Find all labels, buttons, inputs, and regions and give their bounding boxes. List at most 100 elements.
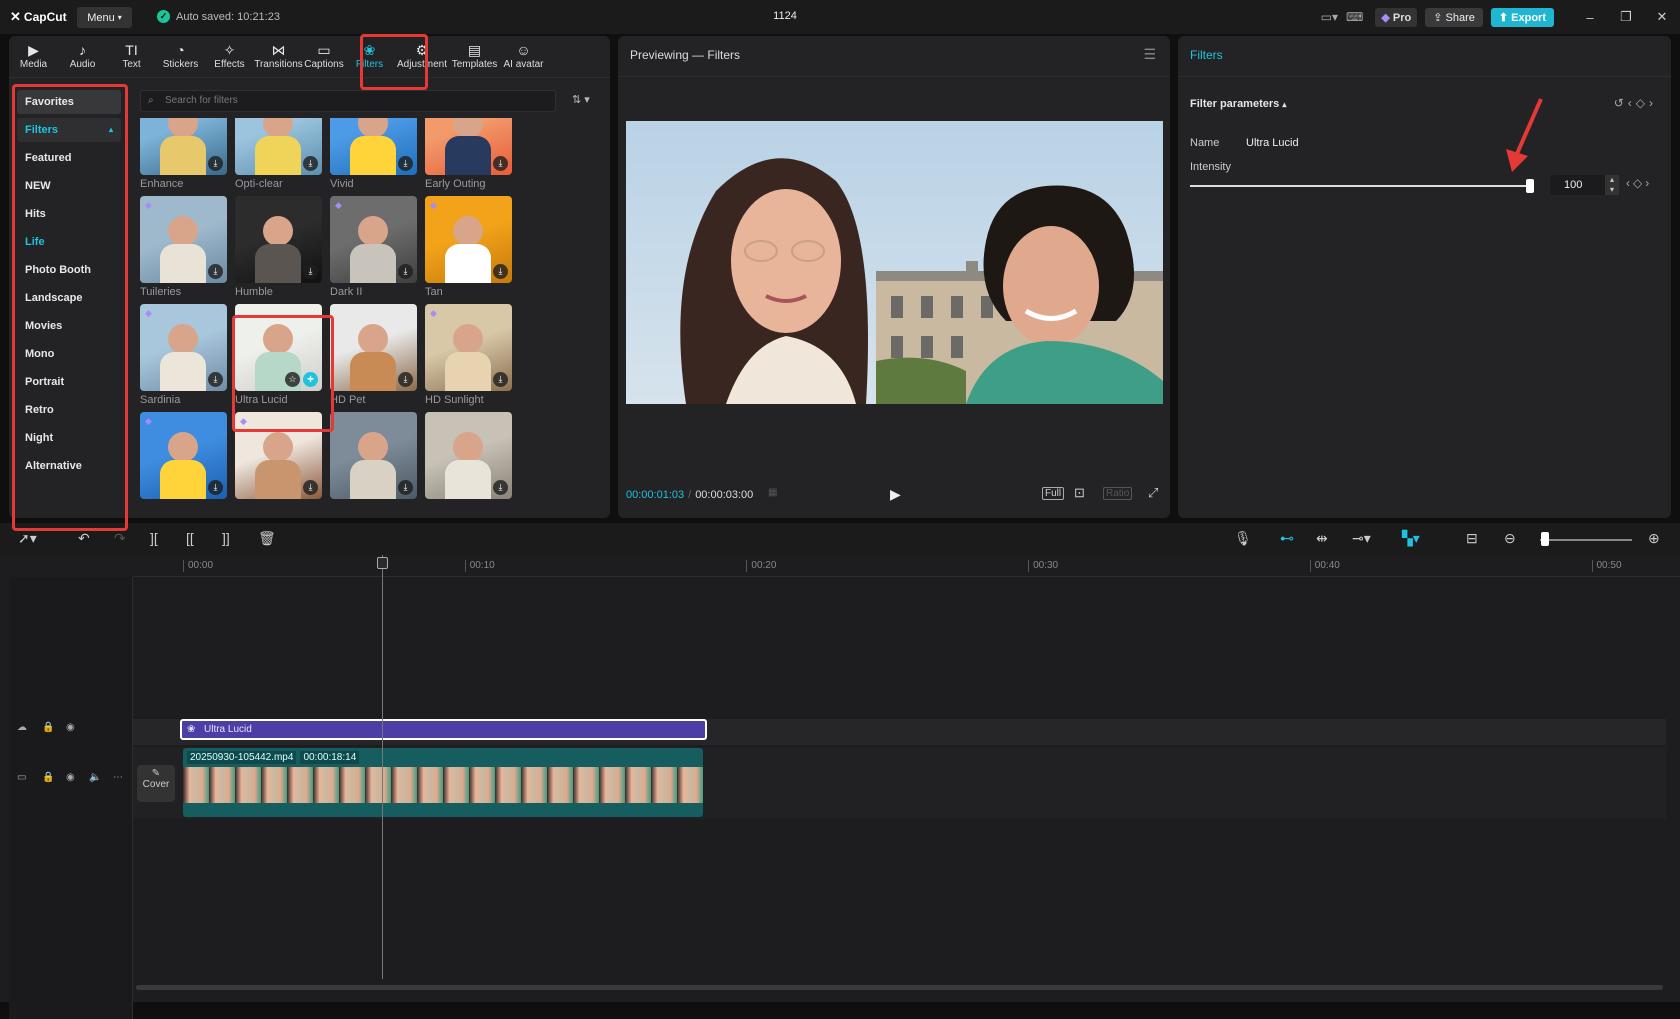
filter-card[interactable]: ⤓ Humble — [235, 196, 322, 298]
download-icon[interactable]: ⤓ — [303, 480, 318, 495]
category-hits[interactable]: Hits — [17, 202, 121, 226]
zoom-in-icon[interactable]: ⊕ — [1648, 530, 1660, 547]
redo-icon[interactable]: ↷ — [114, 530, 126, 547]
filter-card[interactable]: ⤓ — [425, 412, 512, 502]
grid-view-icon[interactable]: ▦ — [768, 487, 777, 498]
filter-parameters-header[interactable]: Filter parameters ▴ — [1190, 98, 1286, 110]
category-filters[interactable]: Filters ▴ — [17, 118, 121, 142]
download-icon[interactable]: ⤓ — [493, 480, 508, 495]
filter-card[interactable]: ◆ ⤓ HD Sunlight — [425, 304, 512, 406]
timeline-scrollbar[interactable] — [136, 985, 1663, 990]
category-movies[interactable]: Movies — [17, 314, 121, 338]
filter-card[interactable]: ☆ + Ultra Lucid — [235, 304, 322, 406]
category-retro[interactable]: Retro — [17, 398, 121, 422]
filter-card[interactable]: ⤓ Early Outing — [425, 118, 512, 190]
export-button[interactable]: ⬆ Export — [1490, 7, 1554, 27]
lock-icon[interactable]: 🔒 — [42, 772, 54, 783]
category-featured[interactable]: Featured — [17, 146, 121, 170]
video-preview[interactable] — [626, 121, 1163, 404]
category-alternative[interactable]: Alternative — [17, 454, 121, 478]
filter-card[interactable]: ◆ ⤓ — [140, 412, 227, 502]
fit-timeline-icon[interactable]: ⊟ — [1466, 530, 1478, 547]
download-icon[interactable]: ⤓ — [398, 372, 413, 387]
time-ruler[interactable]: 00:00 00:10 00:20 00:30 00:40 00:50 — [133, 555, 1680, 577]
filter-card[interactable]: ◆ ⤓ — [235, 412, 322, 502]
category-photo-booth[interactable]: Photo Booth — [17, 258, 121, 282]
category-favorites[interactable]: Favorites — [17, 90, 121, 114]
filter-card[interactable]: ◆ ⤓ Sardinia — [140, 304, 227, 406]
tab-filters[interactable]: ❀ Filters — [345, 36, 394, 77]
filter-card[interactable]: ◆ ⤓ Tan — [425, 196, 512, 298]
microphone-icon[interactable]: 🎙 — [1234, 530, 1252, 547]
trim-right-icon[interactable]: ]] — [222, 530, 230, 546]
filter-card[interactable]: ⤓ — [330, 412, 417, 502]
layout-icon[interactable]: ▭▾ — [1321, 10, 1338, 24]
add-to-track-icon[interactable]: + — [303, 372, 318, 387]
play-button[interactable]: ▶ — [890, 486, 901, 503]
intensity-slider-handle[interactable] — [1526, 179, 1534, 193]
download-icon[interactable]: ⤓ — [208, 480, 223, 495]
favorite-icon[interactable]: ☆ — [285, 372, 300, 387]
tab-media[interactable]: ▶ Media — [9, 36, 58, 77]
menu-button[interactable]: Menu ▾ — [77, 7, 132, 28]
shortcuts-icon[interactable]: ⌨ — [1346, 10, 1363, 24]
download-icon[interactable]: ⤓ — [398, 264, 413, 279]
download-icon[interactable]: ⤓ — [208, 264, 223, 279]
eye-icon[interactable]: ◉ — [66, 772, 75, 783]
download-icon[interactable]: ⤓ — [208, 372, 223, 387]
filter-card[interactable]: ⤓ Opti-clear — [235, 118, 322, 190]
project-title[interactable]: 1124 — [760, 10, 810, 22]
download-icon[interactable]: ⤓ — [303, 156, 318, 171]
download-icon[interactable]: ⤓ — [398, 156, 413, 171]
tab-effects[interactable]: ✧ Effects — [205, 36, 254, 77]
filter-card[interactable]: ◆ ⤓ Dark II — [330, 196, 417, 298]
download-icon[interactable]: ⤓ — [208, 156, 223, 171]
download-icon[interactable]: ⤓ — [398, 480, 413, 495]
zoom-slider-handle[interactable] — [1541, 532, 1549, 546]
close-icon[interactable]: ✕ — [1644, 9, 1680, 25]
intensity-stepper[interactable]: ▴ ▾ — [1605, 175, 1619, 195]
link-icon[interactable]: ⊸▾ — [1352, 530, 1371, 547]
tab-adjustment[interactable]: ⚙ Adjustment — [394, 36, 450, 77]
download-icon[interactable]: ⤓ — [493, 156, 508, 171]
category-life[interactable]: Life — [17, 230, 121, 254]
undo-icon[interactable]: ↶ — [78, 530, 90, 547]
tab-ai-avatar[interactable]: ☺ AI avatar — [499, 36, 548, 77]
intensity-keyframe-icon[interactable]: ‹◇› — [1626, 176, 1652, 190]
hamburger-icon[interactable]: ☰ — [1143, 46, 1156, 63]
delete-icon[interactable]: 🗑 — [258, 530, 276, 547]
minimize-icon[interactable]: – — [1572, 10, 1608, 25]
category-portrait[interactable]: Portrait — [17, 370, 121, 394]
intensity-slider[interactable] — [1190, 185, 1530, 187]
sort-filter-icon[interactable]: ⇅ ▾ — [572, 93, 590, 106]
tab-audio[interactable]: ♪ Audio — [58, 36, 107, 77]
video-clip[interactable]: 20250930-105442.mp4 00:00:18:14 — [183, 748, 703, 817]
tab-captions[interactable]: ▭ Captions — [303, 36, 345, 77]
restore-icon[interactable]: ❐ — [1608, 9, 1644, 25]
cover-button[interactable]: ✎ Cover — [137, 765, 175, 802]
filter-card[interactable]: ◆ ⤓ Tuileries — [140, 196, 227, 298]
tab-templates[interactable]: ▤ Templates — [450, 36, 499, 77]
download-icon[interactable]: ⤓ — [493, 264, 508, 279]
split-icon[interactable]: ][ — [150, 530, 158, 546]
tab-transitions[interactable]: ⋈ Transitions — [254, 36, 303, 77]
more-icon[interactable]: ⋯ — [113, 772, 123, 783]
trim-left-icon[interactable]: [[ — [186, 530, 194, 546]
reset-icon[interactable]: ↺ — [1614, 96, 1628, 110]
ratio-button[interactable]: Ratio — [1103, 487, 1133, 500]
share-button[interactable]: ⇪ Share — [1425, 7, 1483, 27]
pro-button[interactable]: ◆ Pro — [1375, 7, 1418, 27]
keyframe-icon[interactable]: ‹◇› — [1628, 96, 1657, 110]
eye-icon[interactable]: ◉ — [66, 722, 75, 733]
filter-search-input[interactable]: ⌕ Search for filters — [140, 90, 556, 112]
lock-icon[interactable]: 🔒 — [42, 722, 54, 733]
full-quality-button[interactable]: Full — [1042, 487, 1065, 500]
zoom-slider[interactable] — [1540, 539, 1632, 541]
link-clips-icon[interactable]: ⊷ — [1280, 530, 1294, 547]
filter-card[interactable]: ⤓ HD Pet — [330, 304, 417, 406]
select-tool-icon[interactable]: ➚▾ — [18, 530, 37, 547]
playhead-handle[interactable] — [377, 557, 388, 569]
category-landscape[interactable]: Landscape — [17, 286, 121, 310]
fullscreen-icon[interactable]: ⤢ — [1148, 485, 1158, 501]
tab-text[interactable]: TI Text — [107, 36, 156, 77]
